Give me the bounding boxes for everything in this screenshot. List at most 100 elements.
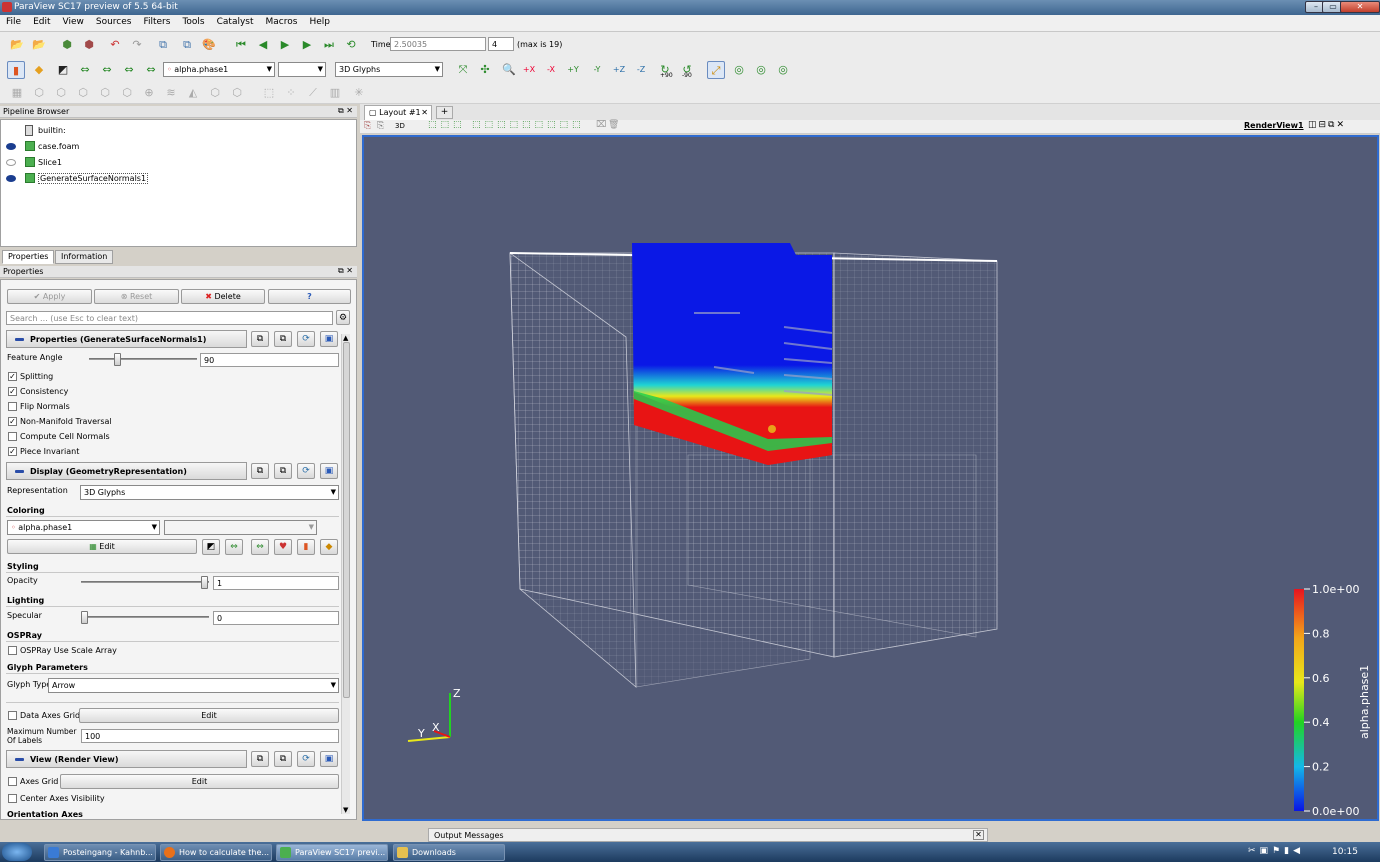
save-defaults-icon[interactable]: ▣ (320, 463, 338, 479)
camera-redo-icon[interactable]: ⧉ (178, 36, 196, 54)
menu-help[interactable]: Help (303, 15, 336, 29)
link-camera-icon[interactable]: ⎘ (377, 121, 384, 131)
contour-icon[interactable]: ⬡ (30, 84, 48, 102)
tab-layout-1[interactable]: ▢ Layout #1 ✕ (364, 105, 432, 120)
checkbox-compute-cell-normals[interactable] (8, 432, 17, 441)
show-colorbar-icon[interactable]: ▮ (297, 539, 315, 555)
tab-properties[interactable]: Properties (2, 250, 55, 264)
search-input[interactable]: Search ... (use Esc to clear text) (6, 311, 333, 325)
menu-filters[interactable]: Filters (137, 15, 176, 29)
zoom-box-icon[interactable]: 🔍 (500, 61, 518, 79)
copy-icon[interactable]: ⧉ (251, 463, 269, 479)
restore-defaults-icon[interactable]: ⟳ (297, 463, 315, 479)
python-calculator-icon[interactable]: ✳ (350, 84, 368, 102)
delete-selection-icon[interactable]: 🗑 (608, 120, 619, 130)
hidden-eye-icon[interactable] (6, 159, 16, 166)
time-value-field[interactable]: 2.50035 (390, 37, 486, 51)
extract-subset-icon[interactable]: ⬡ (118, 84, 136, 102)
menu-catalyst[interactable]: Catalyst (211, 15, 260, 29)
paste-icon[interactable]: ⧉ (274, 331, 292, 347)
choose-preset-icon[interactable]: ◩ (202, 539, 220, 555)
pipeline-item-case-foam[interactable]: case.foam (1, 139, 356, 154)
clip-icon[interactable]: ⬡ (52, 84, 70, 102)
rescale-custom-icon[interactable]: ⇔ (251, 539, 269, 555)
open-recent-icon[interactable]: 📂 (30, 36, 48, 54)
scroll-down-icon[interactable]: ▼ (343, 806, 348, 814)
close-window-button[interactable]: ✕ (1340, 1, 1380, 13)
selection-points-icon[interactable]: ⁘ (282, 84, 300, 102)
camera-undo-icon[interactable]: ⧉ (154, 36, 172, 54)
task-downloads[interactable]: Downloads (393, 844, 505, 861)
help-button[interactable]: ? (268, 289, 351, 304)
close-icon[interactable]: ✕ (973, 830, 984, 840)
visibility-eye-icon[interactable] (6, 175, 16, 182)
menu-tools[interactable]: Tools (176, 15, 210, 29)
selection-modes-icon[interactable]: ⬚⬚⬚⬚⬚⬚⬚⬚⬚ (472, 120, 585, 130)
advanced-gear-icon[interactable]: ⚙ (336, 310, 350, 325)
max-labels-field[interactable]: 100 (81, 729, 339, 743)
scroll-up-icon[interactable]: ▲ (343, 334, 348, 342)
copy-icon[interactable]: ⧉ (251, 331, 269, 347)
task-browser[interactable]: How to calculate the... (160, 844, 272, 861)
edit-colormap-button[interactable]: ▦ Edit (7, 539, 197, 554)
first-frame-icon[interactable]: ⏮ (232, 36, 250, 54)
plot-over-line-icon[interactable]: ⟋ (304, 84, 322, 102)
view-minus-x-icon[interactable]: -X (542, 61, 560, 79)
checkbox-non-manifold-traversal[interactable]: ✓ (8, 417, 17, 426)
restore-defaults-icon[interactable]: ⟳ (297, 751, 315, 767)
interaction-mode-icon[interactable]: ⤢ (707, 61, 725, 79)
coloring-component-dropdown[interactable]: ▼ (164, 520, 317, 535)
loop-icon[interactable]: ⟲ (342, 36, 360, 54)
checkbox-piece-invariant[interactable]: ✓ (8, 447, 17, 456)
pipeline-item-builtin[interactable]: builtin: (1, 123, 356, 138)
edit-colormap-icon[interactable]: ◩ (54, 61, 72, 79)
section-view-header[interactable]: View (Render View) (6, 750, 247, 768)
data-axes-grid-edit-button[interactable]: Edit (79, 708, 339, 723)
menu-file[interactable]: File (0, 15, 27, 29)
tray-icons[interactable]: ✂▣⚑▮◀ (1248, 846, 1304, 856)
pick-center-icon[interactable]: ◎ (774, 61, 792, 79)
glyph-icon[interactable]: ⊕ (140, 84, 158, 102)
clear-selection-icon[interactable]: ⌧ (596, 120, 606, 130)
opacity-field[interactable]: 1 (213, 576, 339, 590)
disconnect-icon[interactable]: ⬢ (80, 36, 98, 54)
rescale-temporal-icon[interactable]: ⇔ (120, 61, 138, 79)
representation-dropdown[interactable]: 3D Glyphs ▼ (80, 485, 339, 500)
task-paraview[interactable]: ParaView SC17 previ... (276, 844, 388, 861)
slice-icon[interactable]: ⬡ (74, 84, 92, 102)
checkbox-splitting[interactable]: ✓ (8, 372, 17, 381)
menu-edit[interactable]: Edit (27, 15, 56, 29)
previous-frame-icon[interactable]: ◀ (254, 36, 272, 54)
reset-center-icon[interactable]: ◎ (752, 61, 770, 79)
scrollbar-thumb[interactable] (343, 342, 350, 698)
capture-icon[interactable]: ⎘ (364, 121, 371, 131)
color-palette-icon[interactable]: 🎨 (200, 36, 218, 54)
open-file-icon[interactable]: 📂 (8, 36, 26, 54)
pipeline-item-generate-surface-normals[interactable]: GenerateSurfaceNormals1 (1, 171, 356, 186)
ospray-scale-checkbox[interactable] (8, 646, 17, 655)
close-tab-icon[interactable]: ✕ (421, 108, 428, 117)
task-posteingang[interactable]: Posteingang - Kahnb... (44, 844, 156, 861)
next-frame-icon[interactable]: ▶ (298, 36, 316, 54)
reset-button[interactable]: ⊗ Reset (94, 289, 179, 304)
component-select[interactable]: ▼ (278, 62, 326, 77)
threshold-icon[interactable]: ⬡ (96, 84, 114, 102)
extract-level-icon[interactable]: ⬡ (228, 84, 246, 102)
slider-handle[interactable] (81, 611, 88, 624)
toggle-3d-button[interactable]: 3D (395, 122, 405, 130)
view-plus-y-icon[interactable]: +Y (564, 61, 582, 79)
apply-button[interactable]: ✔ Apply (7, 289, 92, 304)
undo-icon[interactable]: ↶ (106, 36, 124, 54)
last-frame-icon[interactable]: ⏭ (320, 36, 338, 54)
render-canvas[interactable]: Z Y X 1.0e+00 0.8 0.6 0.4 0.2 0.0e+00 alpha.p… (364, 137, 1377, 819)
view-minus-z-icon[interactable]: -Z (632, 61, 650, 79)
toggle-colorbar-icon[interactable]: ▮ (7, 61, 25, 79)
render-view-name[interactable]: RenderView1 (1244, 121, 1304, 130)
view-plus-x-icon[interactable]: +X (520, 61, 538, 79)
paste-icon[interactable]: ⧉ (274, 463, 292, 479)
slider-handle[interactable] (114, 353, 121, 366)
paste-icon[interactable]: ⧉ (274, 751, 292, 767)
center-axes-checkbox[interactable] (8, 794, 17, 803)
panel-close-icon[interactable]: ⧉ ✕ (338, 267, 353, 275)
rescale-temporal-icon[interactable]: ♥ (274, 539, 292, 555)
